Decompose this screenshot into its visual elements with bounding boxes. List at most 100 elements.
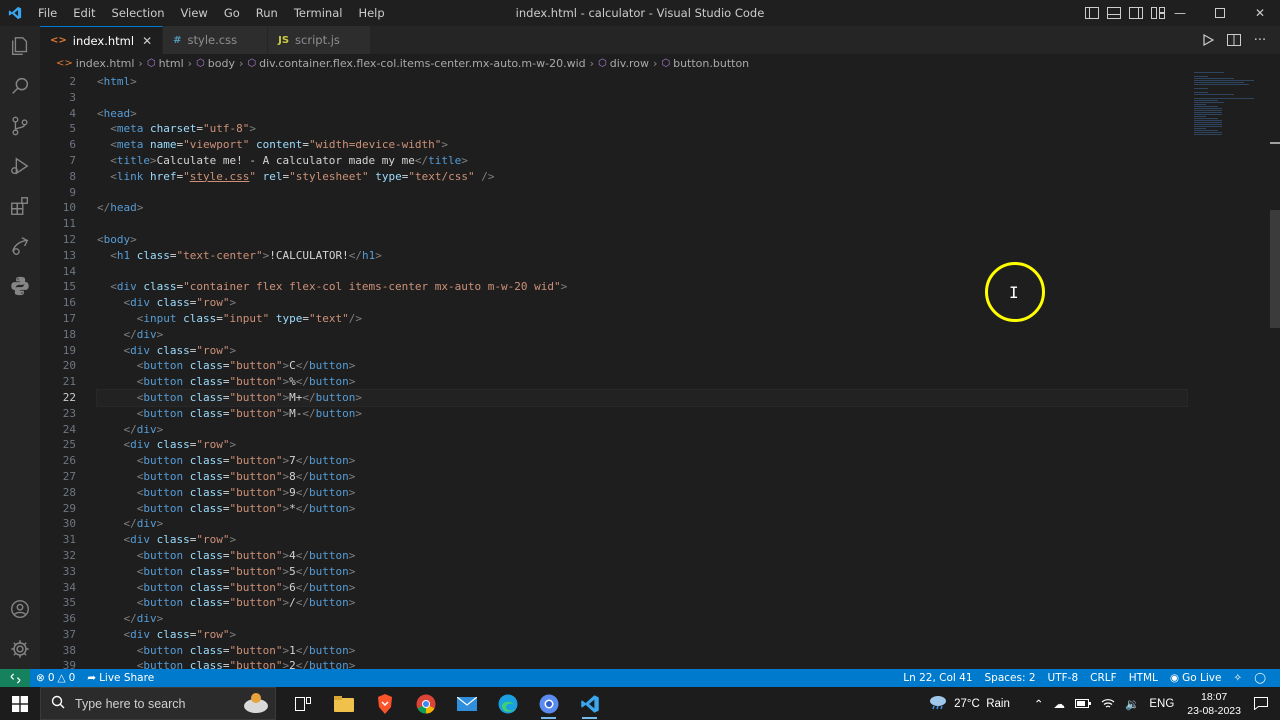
cursor-position[interactable]: Ln 22, Col 41	[897, 672, 978, 684]
run-icon[interactable]	[1200, 32, 1216, 48]
end-of-line[interactable]: CRLF	[1084, 672, 1123, 684]
code-line[interactable]: <button class="button">C</button>	[97, 358, 1187, 374]
code-line[interactable]: <h1 class="text-center">!CALCULATOR!</h1…	[97, 248, 1187, 264]
breadcrumb-item[interactable]: ⬡ html	[147, 57, 184, 70]
code-editor[interactable]: 2 3 4 5 6 7 8 9 10 11 12 13 14 15 16 17 18 19 20 21 22 23 24 25…	[40, 72, 1280, 669]
code-line[interactable]: <div class="row">	[97, 532, 1187, 548]
code-line[interactable]: <button class="button">2</button>	[97, 658, 1187, 669]
chrome-dev-icon[interactable]	[528, 687, 569, 720]
code-line[interactable]: </head>	[97, 200, 1187, 216]
run-debug-icon[interactable]	[0, 146, 40, 186]
menu-view[interactable]: View	[173, 0, 216, 26]
code-line[interactable]: <button class="button">9</button>	[97, 485, 1187, 501]
go-live-button[interactable]: ◉ Go Live	[1164, 672, 1228, 684]
wifi-icon[interactable]	[1096, 698, 1120, 709]
more-actions-icon[interactable]: ···	[1252, 32, 1268, 48]
code-line[interactable]: </div>	[97, 516, 1187, 532]
vscode-logo-icon[interactable]	[0, 0, 30, 26]
code-line[interactable]: </div>	[97, 611, 1187, 627]
indentation[interactable]: Spaces: 2	[979, 672, 1042, 684]
file-explorer-icon[interactable]	[323, 687, 364, 720]
battery-icon[interactable]	[1070, 699, 1096, 708]
breadcrumb-item[interactable]: ⬡ div.container.flex.flex-col.items-cente…	[247, 57, 585, 70]
code-line[interactable]: <meta name="viewport" content="width=dev…	[97, 137, 1187, 153]
menu-selection[interactable]: Selection	[104, 0, 173, 26]
code-line[interactable]: <button class="button">6</button>	[97, 580, 1187, 596]
mail-icon[interactable]	[446, 687, 487, 720]
split-editor-icon[interactable]	[1226, 32, 1242, 48]
maximize-icon[interactable]	[1200, 0, 1240, 26]
extensions-icon[interactable]	[0, 186, 40, 226]
code-line[interactable]: <button class="button">1</button>	[97, 643, 1187, 659]
taskbar-search-input[interactable]	[75, 696, 225, 711]
breadcrumb-item[interactable]: ⬡ body	[196, 57, 235, 70]
code-line[interactable]: <button class="button">%</button>	[97, 374, 1187, 390]
scrollbar-thumb[interactable]	[1270, 210, 1280, 328]
minimize-icon[interactable]: —	[1160, 0, 1200, 26]
code-line[interactable]: <button class="button">7</button>	[97, 453, 1187, 469]
vscode-taskbar-icon[interactable]	[569, 687, 610, 720]
problems-indicator[interactable]: ⊗ 0 △ 0	[30, 672, 81, 684]
volume-icon[interactable]: 🔉	[1120, 697, 1144, 711]
vertical-scrollbar[interactable]	[1268, 72, 1280, 669]
tab-style-css[interactable]: # style.css	[163, 26, 269, 54]
code-line[interactable]: <html>	[97, 74, 1187, 90]
code-line[interactable]: <link href="style.css" rel="stylesheet" …	[97, 169, 1187, 185]
python-icon[interactable]	[0, 266, 40, 306]
code-line[interactable]: <div class="row">	[97, 343, 1187, 359]
edge-browser-icon[interactable]	[487, 687, 528, 720]
code-line[interactable]: <title>Calculate me! - A calculator made…	[97, 153, 1187, 169]
code-line[interactable]: <button class="button">M-</button>	[97, 406, 1187, 422]
code-line[interactable]: <button class="button">5</button>	[97, 564, 1187, 580]
close-tab-icon[interactable]: ✕	[142, 34, 152, 48]
language-mode[interactable]: HTML	[1123, 672, 1164, 684]
code-line[interactable]: <head>	[97, 106, 1187, 122]
code-line[interactable]: </div>	[97, 327, 1187, 343]
code-line[interactable]: <meta charset="utf-8">	[97, 121, 1187, 137]
remote-indicator-icon[interactable]	[0, 669, 30, 687]
menu-terminal[interactable]: Terminal	[286, 0, 351, 26]
code-line[interactable]: <div class="row">	[97, 437, 1187, 453]
tab-index-html[interactable]: <> index.html ✕	[40, 26, 164, 54]
account-icon[interactable]	[0, 589, 40, 629]
toggle-panel-icon[interactable]	[1106, 5, 1122, 21]
source-control-icon[interactable]	[0, 106, 40, 146]
code-line[interactable]	[97, 90, 1187, 106]
brave-browser-icon[interactable]	[364, 687, 405, 720]
toggle-secondary-sidebar-icon[interactable]	[1128, 5, 1144, 21]
remote-explorer-icon[interactable]	[0, 226, 40, 266]
explorer-icon[interactable]	[0, 26, 40, 66]
windows-start-icon[interactable]	[0, 687, 40, 720]
onedrive-cloud-icon[interactable]: ☁	[1049, 697, 1071, 711]
code-line[interactable]: <body>	[97, 232, 1187, 248]
close-window-icon[interactable]: ✕	[1240, 0, 1280, 26]
menu-help[interactable]: Help	[350, 0, 392, 26]
chrome-browser-icon[interactable]	[405, 687, 446, 720]
accounts-sync-icon[interactable]: ✧	[1227, 672, 1248, 684]
notification-center-icon[interactable]	[1249, 697, 1280, 710]
code-line[interactable]	[97, 216, 1187, 232]
code-line[interactable]	[97, 185, 1187, 201]
tab-script-js[interactable]: JS script.js	[268, 26, 371, 54]
code-line[interactable]: <button class="button">8</button>	[97, 469, 1187, 485]
task-view-icon[interactable]	[282, 687, 323, 720]
menu-file[interactable]: File	[30, 0, 65, 26]
code-line[interactable]: </div>	[97, 422, 1187, 438]
notifications-bell-icon[interactable]: ◯	[1248, 672, 1272, 684]
code-line[interactable]: <button class="button">/</button>	[97, 595, 1187, 611]
toggle-primary-sidebar-icon[interactable]	[1084, 5, 1100, 21]
breadcrumb-item[interactable]: <> index.html	[56, 57, 134, 70]
code-line[interactable]: <button class="button">*</button>	[97, 501, 1187, 517]
input-language[interactable]: ENG	[1144, 698, 1179, 710]
code-line[interactable]: <div class="row">	[97, 627, 1187, 643]
menu-run[interactable]: Run	[248, 0, 286, 26]
menu-go[interactable]: Go	[216, 0, 248, 26]
menu-edit[interactable]: Edit	[65, 0, 103, 26]
weather-widget[interactable]: 27°C Rain	[923, 694, 1015, 713]
taskbar-search-box[interactable]	[40, 687, 276, 720]
search-icon[interactable]	[0, 66, 40, 106]
code-line[interactable]: <button class="button">4</button>	[97, 548, 1187, 564]
code-area[interactable]: <html> <head> <meta charset="utf-8"> <met…	[96, 74, 1188, 669]
settings-gear-icon[interactable]	[0, 629, 40, 669]
show-hidden-icons-icon[interactable]: ⌃	[1029, 697, 1049, 711]
